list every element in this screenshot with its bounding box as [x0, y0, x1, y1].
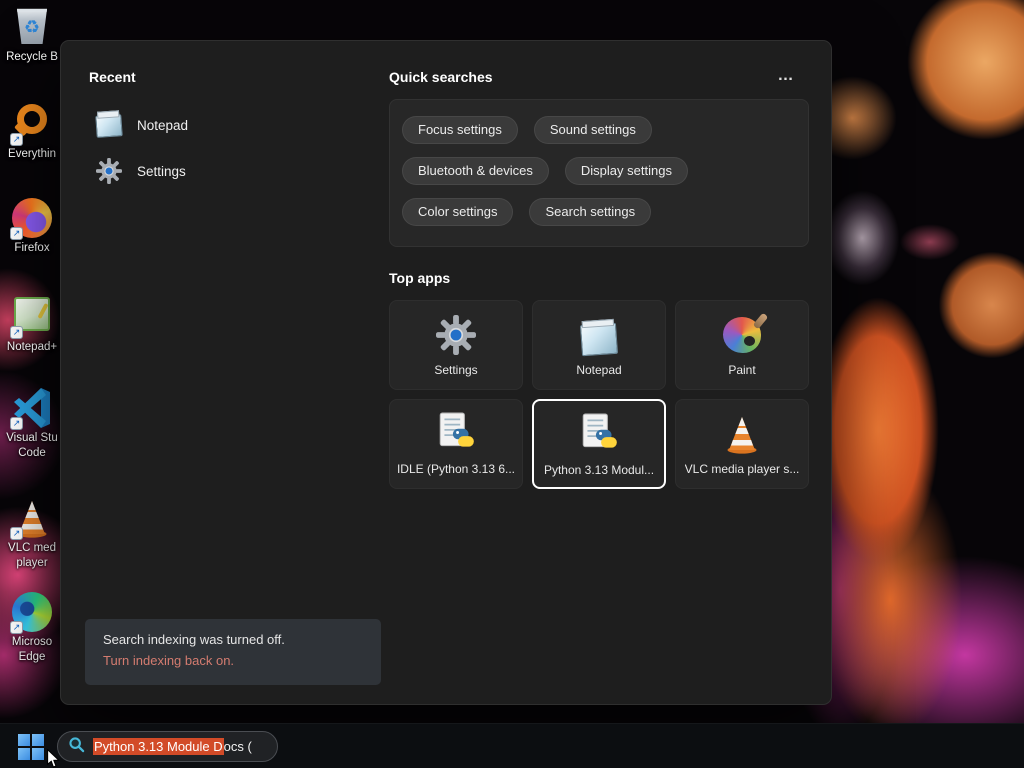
- quick-search-pill[interactable]: Color settings: [402, 198, 514, 226]
- desktop-icon-notepad-plus-plus[interactable]: ↗ Notepad+: [0, 294, 64, 355]
- start-button[interactable]: [16, 733, 46, 761]
- desktop-icon-label: Everythin: [8, 148, 56, 160]
- settings-gear-icon: [95, 157, 123, 185]
- recent-item-label: Notepad: [137, 117, 189, 133]
- notice-message: Search indexing was turned off.: [103, 632, 285, 647]
- desktop-icon-label: Microso: [11, 636, 53, 648]
- app-tile-python-module-docs-selected[interactable]: Python 3.13 Modul...: [532, 399, 666, 489]
- app-tile-settings[interactable]: Settings: [389, 300, 523, 390]
- search-query-text: Python 3.13 Module Docs (: [93, 738, 252, 755]
- paint-palette-icon: [723, 309, 761, 355]
- python-document-icon: [578, 409, 620, 455]
- vscode-icon: ↗: [10, 388, 52, 430]
- recent-item-notepad[interactable]: Notepad: [87, 103, 367, 147]
- quick-search-pill[interactable]: Bluetooth & devices: [402, 157, 549, 185]
- desktop-icon-everything[interactable]: ↗ Everythin: [0, 100, 64, 162]
- app-tile-vlc[interactable]: VLC media player s...: [675, 399, 809, 489]
- desktop-icon-visual-studio-code[interactable]: ↗ Visual Stu Code: [0, 388, 64, 461]
- desktop-icon-label: Firefox: [14, 242, 50, 254]
- desktop-icon-label: player: [16, 557, 48, 569]
- quick-search-pill[interactable]: Search settings: [529, 198, 652, 226]
- search-indexing-notice: Search indexing was turned off. Turn ind…: [85, 619, 381, 685]
- quick-search-pill[interactable]: Focus settings: [402, 116, 518, 144]
- desktop-icon-label: Recycle B: [6, 51, 58, 63]
- app-tile-label: Python 3.13 Modul...: [543, 463, 655, 477]
- top-apps-grid: Settings Notepad Paint IDLE (Python 3.13…: [389, 300, 809, 489]
- shortcut-arrow-icon: ↗: [10, 621, 23, 634]
- app-tile-label: IDLE (Python 3.13 6...: [396, 462, 516, 476]
- windows-logo-icon: [18, 734, 44, 760]
- desktop-icon-label: Notepad+: [6, 341, 58, 353]
- shortcut-arrow-icon: ↗: [10, 133, 23, 146]
- vlc-cone-icon: [722, 408, 762, 454]
- desktop-icon-label: Edge: [18, 651, 46, 663]
- desktop-icon-vlc[interactable]: ↗ VLC med player: [0, 498, 64, 571]
- top-apps-title: Top apps: [389, 270, 451, 286]
- search-query-selected-text: Python 3.13 Module D: [93, 738, 224, 755]
- ellipsis-icon: …: [777, 67, 795, 84]
- search-flyout: Recent Notepad Settings Quick searches ……: [60, 40, 832, 705]
- vlc-cone-icon: ↗: [10, 498, 52, 540]
- quick-searches-title: Quick searches: [389, 69, 493, 85]
- app-tile-label: VLC media player s...: [684, 462, 800, 476]
- shortcut-arrow-icon: ↗: [10, 417, 23, 430]
- taskbar-search-input[interactable]: Python 3.13 Module Docs (: [57, 731, 278, 762]
- desktop-icon-firefox[interactable]: ↗ Firefox: [0, 198, 64, 256]
- turn-indexing-on-link[interactable]: Turn indexing back on.: [103, 653, 363, 668]
- recent-title: Recent: [89, 69, 136, 85]
- desktop-icon-label: Code: [18, 447, 46, 459]
- desktop-screen: ♻ Recycle B ↗ Everythin ↗ Firefox ↗ Note…: [0, 0, 1024, 768]
- desktop-icon-recycle-bin[interactable]: ♻ Recycle B: [0, 6, 64, 65]
- shortcut-arrow-icon: ↗: [10, 326, 23, 339]
- app-tile-idle-python[interactable]: IDLE (Python 3.13 6...: [389, 399, 523, 489]
- app-tile-label: Notepad: [576, 363, 622, 377]
- app-tile-notepad[interactable]: Notepad: [532, 300, 666, 390]
- quick-search-pill[interactable]: Sound settings: [533, 116, 652, 144]
- python-document-icon: [435, 408, 477, 454]
- recycle-bin-icon: ♻: [16, 8, 48, 44]
- shortcut-arrow-icon: ↗: [10, 527, 23, 540]
- more-options-button[interactable]: …: [769, 65, 803, 87]
- settings-gear-icon: [436, 309, 476, 355]
- taskbar: Python 3.13 Module Docs ( 12:51 PM 12/3/…: [0, 723, 1024, 768]
- notepad-icon: [95, 111, 123, 139]
- app-tile-label: Paint: [728, 363, 756, 377]
- notepad-icon: [579, 309, 619, 357]
- shortcut-arrow-icon: ↗: [10, 227, 23, 240]
- quick-searches-panel: Focus settings Sound settings Bluetooth …: [389, 99, 809, 247]
- recent-item-settings[interactable]: Settings: [87, 149, 367, 193]
- everything-magnifier-icon: [17, 104, 47, 134]
- desktop-icon-label: VLC med: [8, 542, 56, 554]
- quick-search-pill[interactable]: Display settings: [564, 157, 688, 185]
- search-icon: [68, 736, 85, 758]
- app-tile-paint[interactable]: Paint: [675, 300, 809, 390]
- desktop-icon-label: Visual Stu: [6, 432, 58, 444]
- recent-item-label: Settings: [137, 163, 186, 179]
- app-tile-label: Settings: [434, 363, 478, 377]
- desktop-icon-edge[interactable]: ↗ Microso Edge: [0, 592, 64, 665]
